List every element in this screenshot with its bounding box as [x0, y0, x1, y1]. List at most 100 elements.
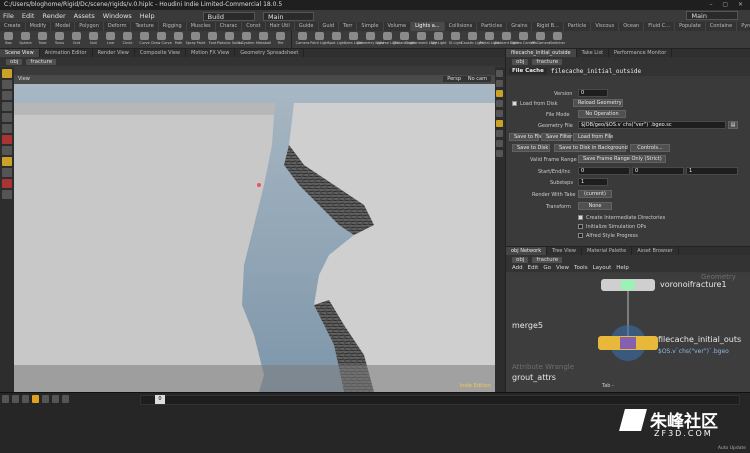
- node-name-field[interactable]: filecache_initial_outside: [551, 68, 641, 75]
- shelf-tab-pyro-fx[interactable]: Pyro FX: [737, 22, 750, 31]
- tab-obj-network[interactable]: obj Network: [506, 247, 548, 255]
- shelf-tool-sphere[interactable]: Sphere: [17, 31, 34, 48]
- pose-tool-icon[interactable]: [2, 124, 12, 133]
- main-right-dropdown[interactable]: Main: [686, 11, 738, 20]
- shelf-tab-charac[interactable]: Charac: [216, 22, 243, 31]
- go-start-icon[interactable]: [2, 395, 9, 403]
- display-options-icon[interactable]: [496, 70, 503, 77]
- stop-icon[interactable]: [32, 395, 39, 403]
- render-take-dropdown[interactable]: (current): [578, 190, 612, 198]
- shelf-tab-containe[interactable]: Containe: [706, 22, 738, 31]
- tab-take-list[interactable]: Take List: [577, 49, 610, 57]
- shelf-tab-deform[interactable]: Deform: [104, 22, 132, 31]
- shelf-tool-grid[interactable]: Grid: [68, 31, 85, 48]
- node-voronoifracture1[interactable]: voronoifracture1: [660, 280, 727, 289]
- net-menu-layout[interactable]: Layout: [593, 265, 612, 271]
- normals-icon[interactable]: [496, 120, 503, 127]
- tab-load-from-file[interactable]: Load from File: [573, 133, 613, 141]
- shelf-tab-simple[interactable]: Simple: [357, 22, 384, 31]
- shelf-tool-file[interactable]: File: [272, 31, 289, 48]
- paint-icon[interactable]: [2, 168, 12, 177]
- step-forward-icon[interactable]: [52, 395, 59, 403]
- shelf-tab-viscous[interactable]: Viscous: [591, 22, 620, 31]
- node-filecache[interactable]: filecache_initial_outs: [658, 335, 741, 344]
- tab-render-view[interactable]: Render View: [93, 49, 135, 57]
- shelf-tab-guid[interactable]: Guid: [319, 22, 340, 31]
- grid-icon[interactable]: [496, 130, 503, 137]
- tab-performance-monitor[interactable]: Performance Monitor: [609, 49, 673, 57]
- shelf-tab-fluid-c[interactable]: Fluid C...: [644, 22, 676, 31]
- tab-filecache-initial-outside[interactable]: filecache_initial_outside: [506, 49, 577, 57]
- start-frame-field[interactable]: 0: [578, 167, 630, 175]
- tab-geometry-spreadsheet[interactable]: Geometry Spreadsheet: [235, 49, 305, 57]
- main-dropdown[interactable]: Main: [262, 11, 315, 21]
- file-browse-icon[interactable]: ▤: [728, 121, 738, 129]
- tab-save-filter[interactable]: Save Filter: [541, 133, 572, 141]
- net-menu-tools[interactable]: Tools: [574, 265, 588, 271]
- shelf-tab-populate[interactable]: Populate: [675, 22, 706, 31]
- camera-menu[interactable]: No cam: [463, 76, 491, 82]
- menu-edit[interactable]: Edit: [22, 12, 35, 20]
- load-from-disk-toggle[interactable]: Load from Disk: [512, 101, 558, 107]
- shaded-icon[interactable]: [496, 90, 503, 97]
- valid-frame-range-dropdown[interactable]: Save Frame Range Only (Strict): [578, 155, 666, 163]
- shelf-tab-particles[interactable]: Particles: [477, 22, 508, 31]
- save-background-button[interactable]: Save to Disk in Background: [554, 144, 628, 152]
- create-dirs-checkbox[interactable]: [578, 215, 583, 220]
- substeps-field[interactable]: 1: [578, 178, 608, 186]
- render-region-icon[interactable]: [2, 157, 12, 166]
- shelf-tab-polygon[interactable]: Polygon: [75, 22, 104, 31]
- lights-icon[interactable]: [496, 100, 503, 107]
- menu-render[interactable]: Render: [42, 12, 65, 20]
- rotate-tool-icon[interactable]: [2, 91, 12, 100]
- file-mode-dropdown[interactable]: No Operation: [578, 110, 626, 118]
- tab-save-to-file[interactable]: Save to File: [509, 133, 543, 141]
- shelf-tab-rigging[interactable]: Rigging: [159, 22, 187, 31]
- shelf-tool-volume-light[interactable]: Volume Light: [376, 31, 399, 48]
- transform-dropdown[interactable]: None: [578, 202, 612, 210]
- shelf-tab-hair-util[interactable]: Hair Util: [266, 22, 295, 31]
- init-sim-checkbox[interactable]: [578, 224, 583, 229]
- shelf-tab-create[interactable]: Create: [0, 22, 26, 31]
- shelf-tool-platonic-solids[interactable]: Platonic Solids: [217, 31, 242, 48]
- shelf-tool-area-light[interactable]: Area Light: [345, 31, 362, 48]
- shelf-tab-modify[interactable]: Modify: [26, 22, 52, 31]
- create-dirs-toggle[interactable]: Create Intermediate Directories: [578, 215, 665, 221]
- node-merge5[interactable]: merge5: [512, 321, 543, 330]
- shelf-tool-circle[interactable]: Circle: [119, 31, 136, 48]
- shelf-tool-portal-light[interactable]: Portal Light: [480, 31, 499, 48]
- net-menu-edit[interactable]: Edit: [528, 265, 539, 271]
- shelf-tab-terr[interactable]: Terr: [339, 22, 358, 31]
- shelf-tab-muscles[interactable]: Muscles: [187, 22, 216, 31]
- menu-assets[interactable]: Assets: [74, 12, 95, 20]
- save-to-disk-button[interactable]: Save to Disk: [512, 144, 550, 152]
- scale-tool-icon[interactable]: [2, 102, 12, 111]
- handle-tool-icon[interactable]: [2, 113, 12, 122]
- param-path-fracture[interactable]: fracture: [532, 58, 563, 65]
- shelf-tab-ocean[interactable]: Ocean: [619, 22, 645, 31]
- alfred-checkbox[interactable]: [578, 233, 583, 238]
- shelf-tool-camera[interactable]: Camera: [294, 31, 311, 48]
- shelf-tool-caustic-light[interactable]: Caustic Light: [461, 31, 484, 48]
- shelf-tool-sky-light[interactable]: Sky Light: [430, 31, 447, 48]
- timeline-track[interactable]: [140, 395, 740, 405]
- alfred-toggle[interactable]: Alfred Style Progress: [578, 233, 638, 239]
- increment-field[interactable]: 1: [686, 167, 738, 175]
- tab-animation-editor[interactable]: Animation Editor: [40, 49, 93, 57]
- move-tool-icon[interactable]: [2, 80, 12, 89]
- wireframe-icon[interactable]: [496, 80, 503, 87]
- points-icon[interactable]: [496, 110, 503, 117]
- shelf-tool-spray-paint[interactable]: Spray Paint: [186, 31, 205, 48]
- end-frame-field[interactable]: 0: [632, 167, 684, 175]
- shelf-tool-null[interactable]: Null: [85, 31, 102, 48]
- shelf-tool-line[interactable]: Line: [102, 31, 119, 48]
- shelf-tool-draw-curve[interactable]: Draw Curve: [151, 31, 172, 48]
- reload-geometry-button[interactable]: Reload Geometry: [573, 99, 623, 107]
- flipbook-icon[interactable]: [2, 190, 12, 199]
- isolate-icon[interactable]: [496, 150, 503, 157]
- tab-motion-fx-view[interactable]: Motion FX View: [186, 49, 236, 57]
- shelf-tab-volume[interactable]: Volume: [384, 22, 412, 31]
- shelf-tool-curve[interactable]: Curve: [136, 31, 153, 48]
- shelf-tool-point-light[interactable]: Point Light: [310, 31, 329, 48]
- init-sim-toggle[interactable]: Initialize Simulation OPs: [578, 224, 646, 230]
